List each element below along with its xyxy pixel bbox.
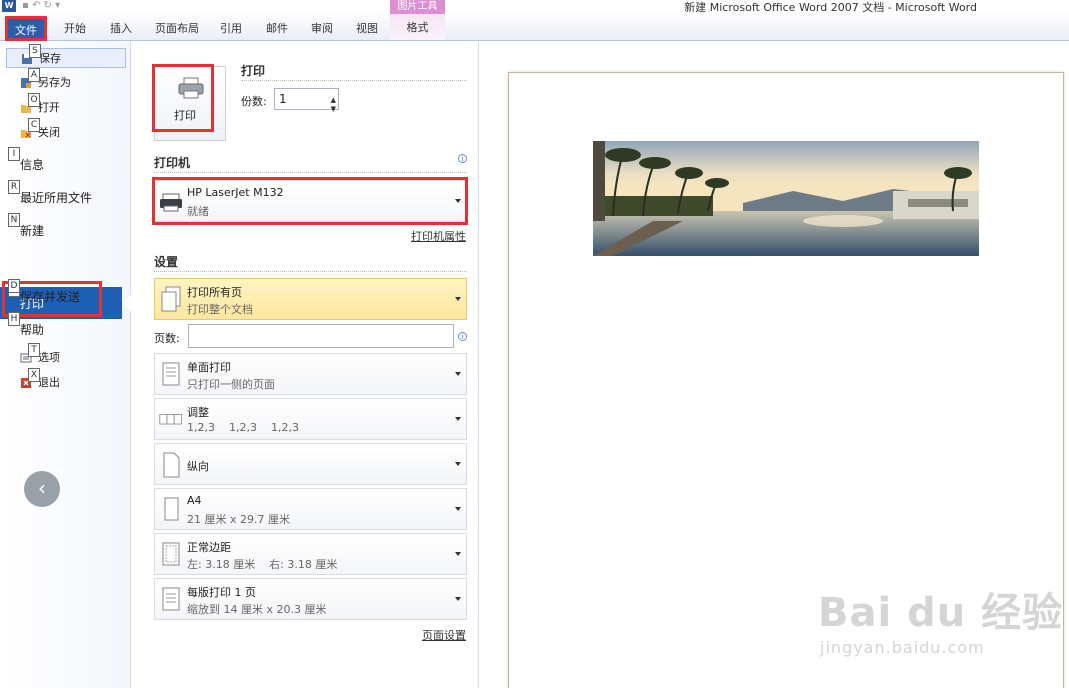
tab-format[interactable]: 格式: [390, 14, 445, 40]
chevron-down-icon: [455, 552, 461, 556]
backstage-nav: 保存 S 另存为 A 打开 O 关闭 C 信息 I 最近所用文件 R 新建 N …: [0, 41, 131, 688]
all-pages-icon: [161, 286, 181, 312]
chevron-down-icon: [455, 597, 461, 601]
qat-redo-icon[interactable]: ↻: [44, 0, 52, 11]
nav-options[interactable]: 选项 T: [6, 343, 126, 368]
keytip-x: X: [28, 368, 40, 382]
watermark-brand: Bai du 经验: [818, 590, 1064, 636]
highlight-box: [152, 64, 214, 132]
chevron-down-icon: [455, 462, 461, 466]
nav-open[interactable]: 打开 O: [6, 93, 126, 118]
keytip-t: T: [28, 343, 40, 357]
orientation-dropdown[interactable]: 纵向: [154, 443, 467, 485]
print-settings-panel: 打印 打印 份数: 1 ▲ ▼ 打印机 i HP LaserJet M132 就…: [131, 41, 478, 688]
printer-properties-link[interactable]: 打印机属性: [411, 228, 466, 244]
copies-value[interactable]: 1: [279, 92, 287, 106]
keytip-a: A: [28, 68, 40, 82]
paper-size-dropdown[interactable]: A4 21 厘米 x 29.7 厘米: [154, 488, 467, 530]
pages-per-sheet-dropdown[interactable]: 每版打印 1 页 缩放到 14 厘米 x 20.3 厘米: [154, 578, 467, 620]
tab-mailings[interactable]: 邮件: [262, 18, 292, 40]
tab-view[interactable]: 视图: [352, 18, 382, 40]
portrait-icon: [163, 452, 180, 478]
divider: [241, 80, 467, 81]
copies-stepper[interactable]: 1 ▲ ▼: [274, 88, 339, 113]
settings-section-title: 设置: [154, 255, 179, 269]
qat-customize-icon[interactable]: ▾: [55, 0, 60, 11]
chevron-down-icon: [455, 417, 461, 421]
word-logo-icon: W: [2, 0, 16, 12]
nav-save-as[interactable]: 另存为 A: [6, 68, 126, 93]
pages-input[interactable]: [188, 324, 454, 348]
divider: [154, 172, 467, 173]
keytip-n: N: [8, 213, 20, 227]
chevron-down-icon: [455, 372, 461, 376]
keytip-i: I: [8, 147, 20, 161]
margins-icon: [162, 542, 180, 566]
tab-insert[interactable]: 插入: [104, 18, 138, 40]
copies-label: 份数:: [241, 95, 267, 108]
keytip-r: R: [8, 180, 20, 194]
info-icon[interactable]: i: [458, 332, 467, 341]
divider: [154, 271, 467, 272]
tab-home[interactable]: 开始: [60, 18, 90, 40]
one-sided-icon: [162, 362, 180, 386]
panorama-image: [593, 141, 979, 256]
tab-page-layout[interactable]: 页面布局: [152, 18, 202, 40]
tab-file[interactable]: 文件: [5, 16, 47, 41]
watermark-url: jingyan.baidu.com: [820, 638, 985, 657]
print-range-dropdown[interactable]: 打印所有页 打印整个文档: [154, 278, 467, 320]
tab-review[interactable]: 审阅: [307, 18, 337, 40]
nav-close[interactable]: 关闭 C: [6, 118, 126, 143]
margins-dropdown[interactable]: 正常边距 左: 3.18 厘米 右: 3.18 厘米: [154, 533, 467, 575]
page-setup-link[interactable]: 页面设置: [422, 627, 466, 643]
info-icon[interactable]: i: [458, 154, 467, 163]
print-title: 打印: [241, 64, 266, 78]
nav-save[interactable]: 保存 S: [6, 44, 126, 68]
title-bar: W ▪ ↶ ↻ ▾ 新建 Microsoft Office Word 2007 …: [0, 0, 1069, 14]
keytip-c: C: [28, 118, 40, 132]
collate-icon: [159, 414, 182, 425]
chevron-down-icon: [455, 507, 461, 511]
nav-info[interactable]: 信息 I: [6, 145, 126, 175]
nav-recent[interactable]: 最近所用文件 R: [6, 178, 126, 208]
highlight-box: [152, 177, 468, 225]
nav-help[interactable]: 帮助 H: [6, 310, 126, 340]
collate-dropdown[interactable]: 调整 1,2,3 1,2,3 1,2,3: [154, 398, 467, 440]
qat-save-icon[interactable]: ▪: [22, 0, 29, 11]
pages-label: 页数:: [154, 332, 180, 345]
sides-dropdown[interactable]: 单面打印 只打印一侧的页面: [154, 353, 467, 395]
keytip-s: S: [29, 44, 41, 58]
keytip-o: O: [28, 93, 40, 107]
print-button[interactable]: 打印: [152, 64, 226, 141]
nav-exit[interactable]: 退出 X: [6, 368, 126, 393]
ribbon-tabs: 文件 开始 插入 页面布局 引用 邮件 审阅 视图 图片工具 格式: [0, 0, 1069, 41]
keytip-h: H: [8, 312, 20, 326]
baidu-watermark: Bai du 经验 jingyan.baidu.com: [818, 580, 1063, 657]
stepper-down-icon[interactable]: ▼: [331, 99, 336, 119]
printer-section-title: 打印机: [154, 156, 191, 170]
keytip-d: D: [8, 279, 20, 293]
window-title: 新建 Microsoft Office Word 2007 文档 - Micro…: [684, 1, 977, 14]
tab-references[interactable]: 引用: [216, 18, 246, 40]
quick-access-toolbar[interactable]: ▪ ↶ ↻ ▾: [22, 0, 60, 11]
pages-per-sheet-icon: [162, 587, 180, 611]
nav-save-send[interactable]: 保存并发送 D: [6, 277, 126, 307]
nav-new[interactable]: 新建 N: [6, 211, 126, 241]
qat-undo-icon[interactable]: ↶: [32, 0, 40, 11]
chevron-down-icon: [455, 297, 461, 301]
paper-icon: [164, 497, 179, 521]
picture-tools-context-label: 图片工具: [390, 0, 445, 14]
back-arrow-icon[interactable]: ‹: [24, 471, 60, 507]
